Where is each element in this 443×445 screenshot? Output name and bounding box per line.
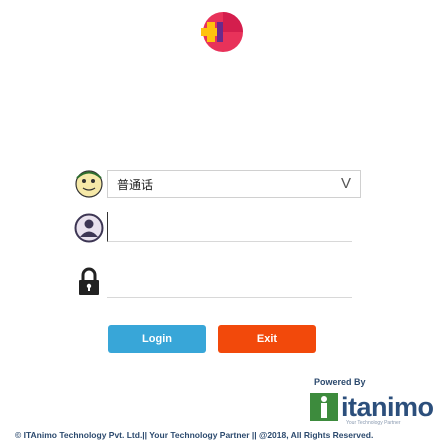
password-input[interactable]	[107, 268, 352, 298]
username-input[interactable]	[107, 212, 352, 242]
itanimo-brand: itanimo	[310, 392, 434, 422]
language-select[interactable]: 普通话 V	[107, 170, 361, 198]
user-icon	[74, 213, 104, 243]
language-avatar-icon	[75, 170, 103, 198]
chevron-down-icon: V	[340, 175, 351, 192]
footer-copyright: © ITAnimo Technology Pvt. Ltd.|| Your Te…	[15, 430, 374, 440]
itanimo-brand-name: itanimo	[341, 392, 434, 422]
powered-by-label: Powered By	[314, 377, 366, 387]
language-selected-value: 普通话	[117, 177, 154, 192]
exit-button[interactable]: Exit	[218, 325, 316, 353]
brand-tagline: Your Technology Partner	[346, 420, 401, 426]
login-button[interactable]: Login	[108, 325, 206, 353]
itanimo-logo-icon	[310, 393, 338, 421]
lock-icon	[79, 267, 99, 295]
app-logo-icon	[201, 12, 243, 52]
